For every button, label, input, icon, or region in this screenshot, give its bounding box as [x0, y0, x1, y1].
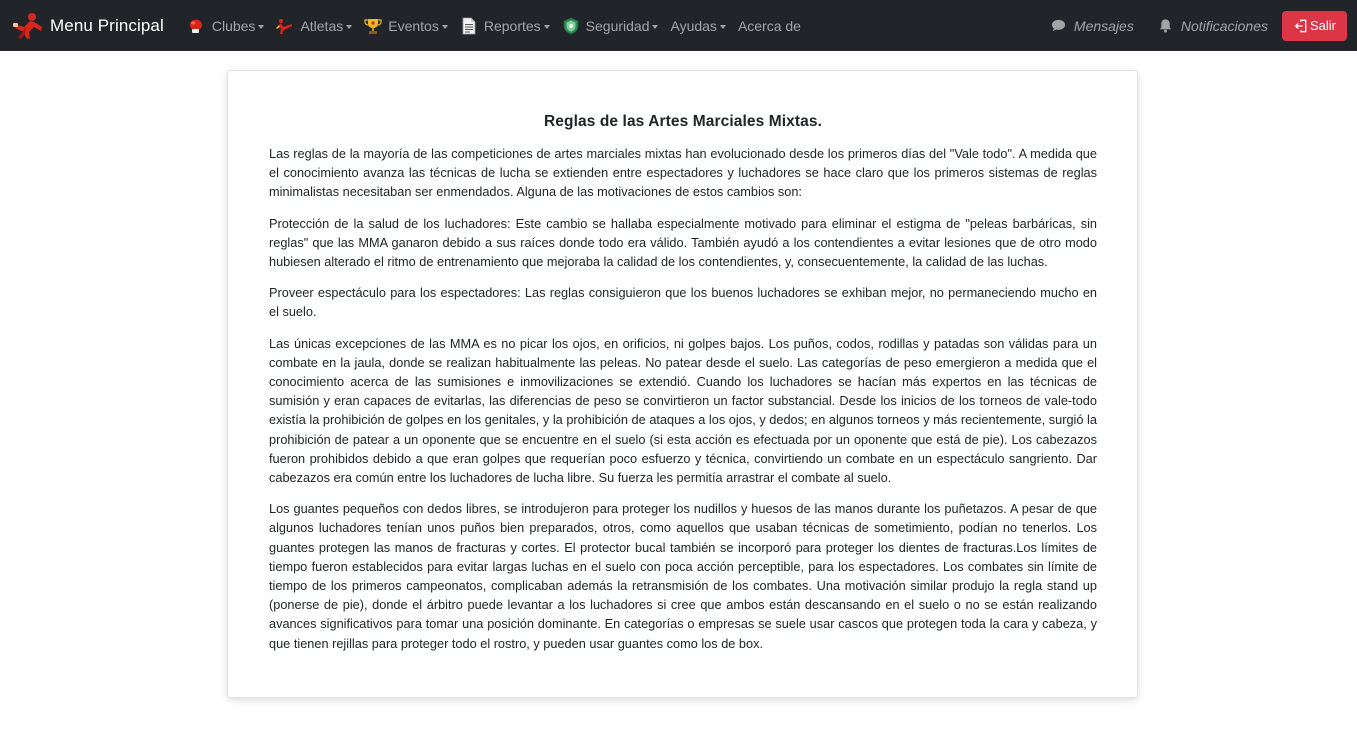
messages-label: Mensajes: [1073, 17, 1134, 34]
paragraph-intro: Las reglas de la mayoría de las competic…: [269, 146, 1097, 200]
nav-acerca-de-link[interactable]: Acerca de: [738, 18, 801, 34]
brand-link[interactable]: Menu Principal: [12, 10, 164, 42]
nav-atletas-dropdown[interactable]: Atletas: [276, 17, 353, 35]
boxing-glove-icon: [189, 19, 202, 33]
nav-seguridad-label: Seguridad: [585, 17, 650, 34]
nav-ayudas-dropdown[interactable]: Ayudas: [670, 17, 726, 34]
fighter-logo-icon: [13, 12, 42, 39]
bell-icon: [1159, 19, 1171, 33]
kick-icon: [276, 18, 293, 34]
chevron-down-icon: [719, 24, 726, 29]
nav-atletas-label: Atletas: [300, 17, 344, 34]
top-navbar: Menu Principal Clubes Atletas Eventos Re…: [0, 0, 1357, 51]
main-menu: Clubes Atletas Eventos Reportes Segurida…: [176, 17, 801, 35]
logout-button[interactable]: Salir: [1281, 10, 1347, 41]
logout-label: Salir: [1309, 18, 1336, 33]
nav-eventos-label: Eventos: [388, 17, 439, 34]
rules-card: Reglas de las Artes Marciales Mixtas. La…: [227, 70, 1138, 698]
brand-title: Menu Principal: [50, 15, 164, 35]
notifications-link[interactable]: Notificaciones: [1158, 18, 1268, 34]
nav-acerca-de-label: Acerca de: [737, 17, 801, 34]
nav-eventos-dropdown[interactable]: Eventos: [364, 17, 448, 35]
paragraph-exceptions: Las únicas excepciones de las MMA es no …: [269, 335, 1097, 486]
nav-clubes-label: Clubes: [211, 17, 256, 34]
logout-icon: [1294, 19, 1307, 32]
nav-ayudas-label: Ayudas: [670, 17, 717, 34]
chat-bubble-icon: [1051, 19, 1065, 32]
chevron-down-icon: [543, 24, 550, 29]
messages-link[interactable]: Mensajes: [1051, 18, 1134, 34]
paragraph-health: Protección de la salud de los luchadores…: [269, 215, 1097, 270]
nav-reportes-dropdown[interactable]: Reportes: [460, 17, 550, 35]
document-icon: [462, 17, 476, 34]
paragraph-gloves: Los guantes pequeños con dedos libres, s…: [269, 501, 1097, 651]
nav-clubes-dropdown[interactable]: Clubes: [188, 17, 265, 35]
nav-seguridad-dropdown[interactable]: Seguridad: [562, 17, 659, 35]
chevron-down-icon: [258, 24, 265, 29]
navbar-right: Mensajes Notificaciones Salir: [1031, 10, 1347, 41]
nav-reportes-label: Reportes: [483, 17, 541, 34]
chevron-down-icon: [346, 24, 353, 29]
page-title: Reglas de las Artes Marciales Mixtas.: [544, 113, 822, 130]
paragraph-spectacle: Proveer espectáculo para los espectadore…: [269, 285, 1097, 320]
chevron-down-icon: [652, 24, 659, 29]
shield-icon: [563, 17, 579, 34]
notifications-label: Notificaciones: [1180, 17, 1268, 34]
trophy-icon: [364, 18, 382, 34]
chevron-down-icon: [441, 24, 448, 29]
